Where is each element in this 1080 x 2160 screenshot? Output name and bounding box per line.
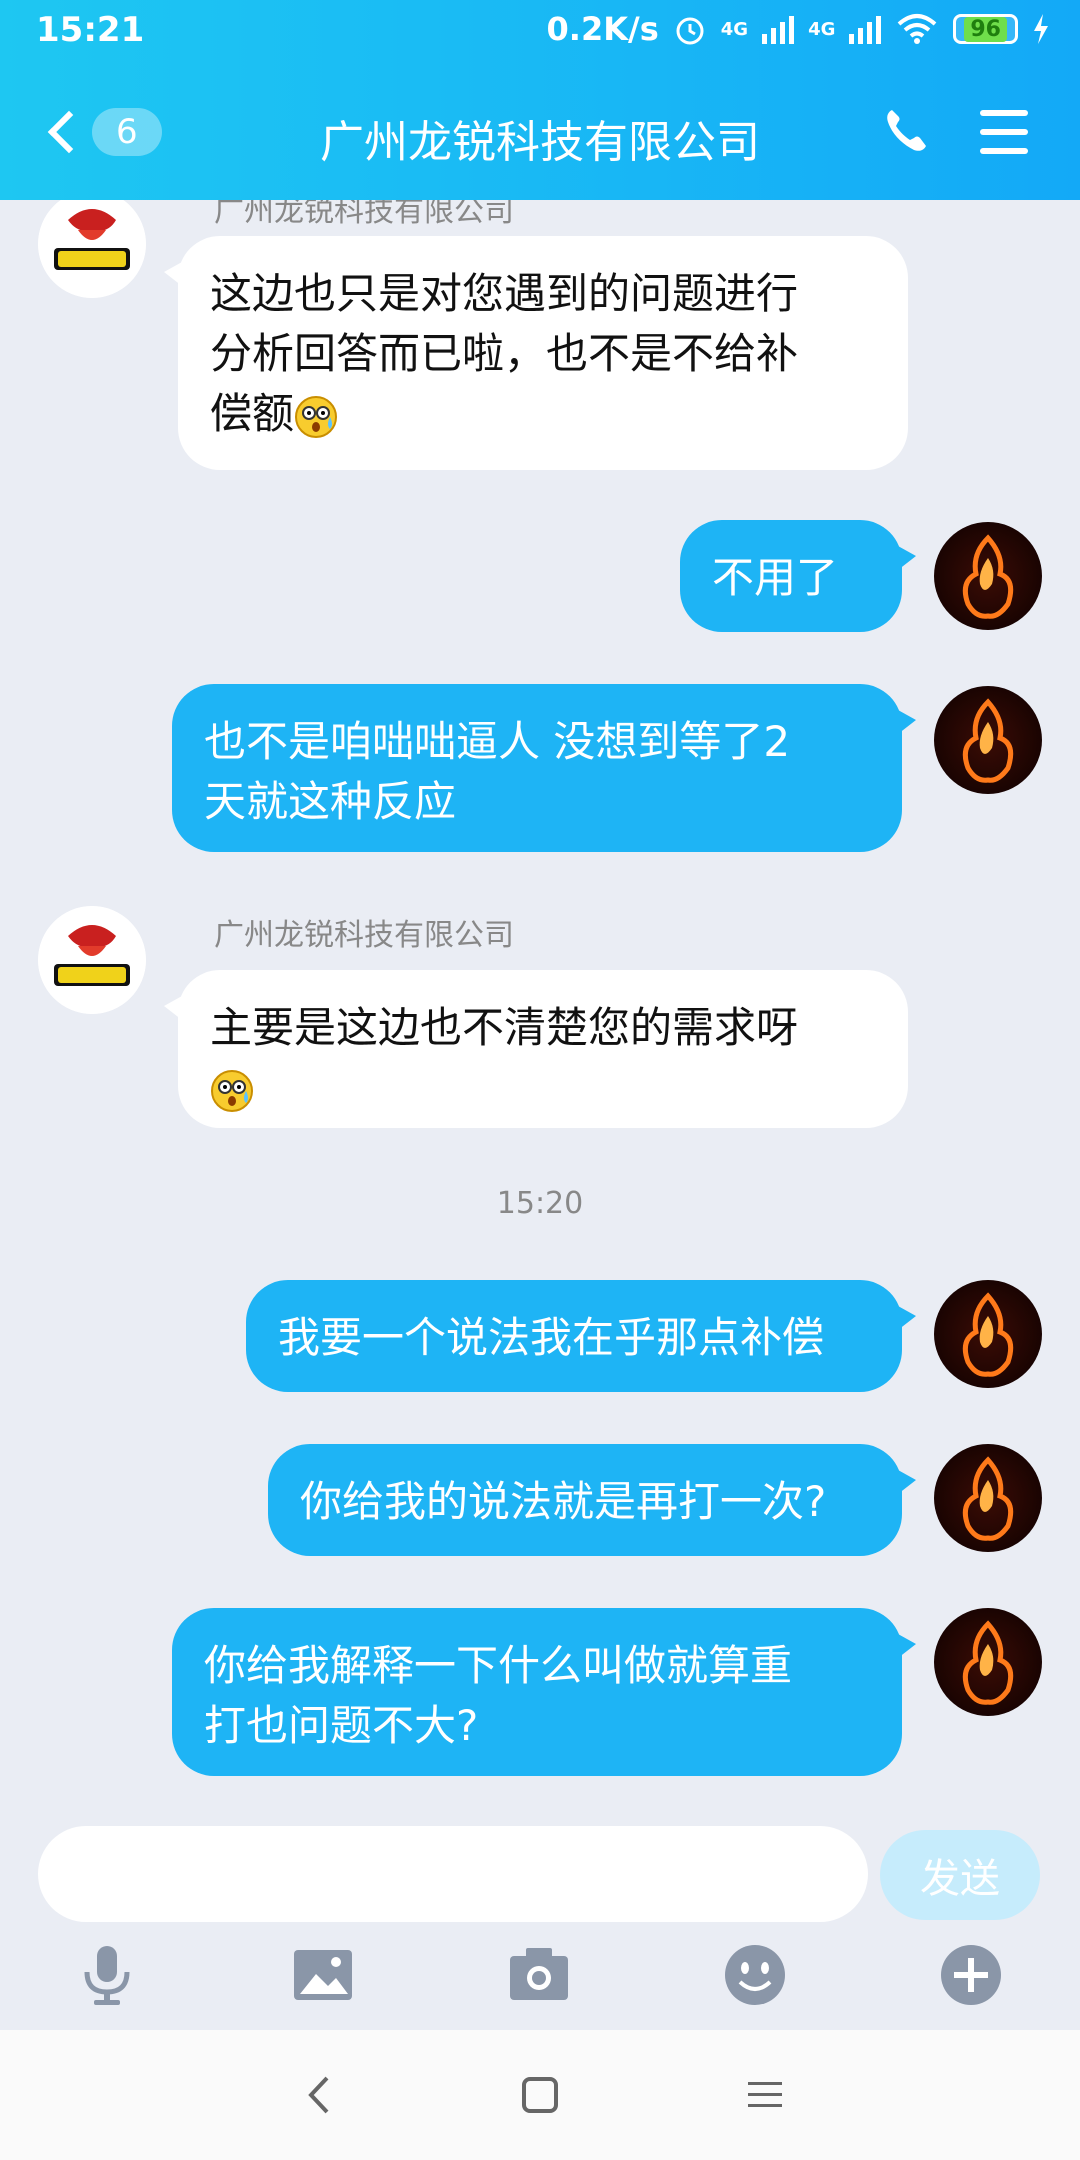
system-nav-bar: [0, 2030, 1080, 2160]
message-text: 也不是咱咄咄逼人 没想到等了2: [204, 717, 791, 766]
wifi-icon: [898, 14, 937, 44]
net-type-1: 4G: [720, 18, 749, 40]
battery-level: 96: [964, 16, 1007, 42]
flame-avatar-icon: [962, 1292, 1014, 1377]
emoji-icon[interactable]: [720, 1940, 790, 2010]
chat-area[interactable]: 广州龙锐科技有限公司 这边也只是对您遇到的问题进行 分析回答而已啦，也不是不给补…: [0, 200, 1080, 1820]
flame-avatar-icon: [962, 698, 1014, 783]
outgoing-bubble[interactable]: 你给我解释一下什么叫做就算重 打也问题不大?: [172, 1608, 916, 1776]
recents-icon[interactable]: [740, 2070, 790, 2120]
message-text: 不用了: [712, 553, 839, 602]
message-text: 你给我解释一下什么叫做就算重: [204, 1641, 793, 1690]
message-text: 主要是这边也不清楚您的需求呀: [210, 1003, 799, 1052]
message-text: 你给我的说法就是再打一次?: [300, 1477, 827, 1526]
message-text: 天就这种反应: [204, 777, 457, 826]
outgoing-bubble[interactable]: 也不是咱咄咄逼人 没想到等了2 天就这种反应: [172, 684, 916, 852]
status-indicators: 0.2K/s 4G 4G 96: [547, 10, 1050, 48]
plus-icon[interactable]: [936, 1940, 1006, 2010]
microphone-icon[interactable]: [72, 1940, 142, 2010]
my-avatar[interactable]: [934, 686, 1042, 794]
header: 15:21 0.2K/s 4G 4G 96 6 广州龙锐科技有限公司: [0, 0, 1080, 200]
message-text: 这边也只是对您遇到的问题进行: [210, 269, 799, 318]
message-text-with-emoji: 偿额: [210, 384, 876, 444]
my-avatar[interactable]: [934, 522, 1042, 630]
shocked-emoji-icon: [211, 1069, 253, 1112]
my-avatar[interactable]: [934, 1444, 1042, 1552]
message-text: 我要一个说法我在乎那点补偿: [278, 1313, 825, 1362]
shocked-emoji-icon: [295, 395, 338, 438]
image-icon[interactable]: [288, 1940, 358, 2010]
sender-name: 广州龙锐科技有限公司: [214, 918, 514, 953]
message-text: 分析回答而已啦，也不是不给补: [210, 329, 799, 378]
flame-avatar-icon: [962, 534, 1014, 619]
status-time: 15:21: [36, 10, 145, 50]
composer-toolbar: [0, 1940, 1080, 2040]
send-button[interactable]: 发送: [880, 1830, 1040, 1920]
flame-avatar-icon: [962, 1620, 1014, 1705]
dragon-logo-icon: [38, 906, 146, 1014]
incoming-bubble[interactable]: 这边也只是对您遇到的问题进行 分析回答而已啦，也不是不给补 偿额: [164, 236, 908, 470]
charging-icon: [1034, 14, 1048, 44]
alarm-icon: [676, 17, 704, 45]
outgoing-bubble[interactable]: 你给我的说法就是再打一次?: [268, 1444, 916, 1556]
outgoing-bubble[interactable]: 不用了: [680, 520, 916, 632]
outgoing-bubble[interactable]: 我要一个说法我在乎那点补偿: [246, 1280, 916, 1392]
nav-bar: 6 广州龙锐科技有限公司: [0, 90, 1080, 180]
composer: 发送: [0, 1820, 1080, 1922]
net-type-2: 4G: [808, 18, 836, 40]
my-avatar[interactable]: [934, 1608, 1042, 1716]
signal-icon-2: [849, 14, 882, 44]
phone-icon[interactable]: [880, 106, 932, 158]
my-avatar[interactable]: [934, 1280, 1042, 1388]
home-icon[interactable]: [515, 2070, 565, 2120]
status-bar: 15:21 0.2K/s 4G 4G 96: [0, 0, 1080, 66]
message-text: 偿额: [210, 389, 295, 438]
company-avatar[interactable]: [38, 906, 146, 1014]
camera-icon[interactable]: [504, 1940, 574, 2010]
dragon-logo-icon: [38, 200, 146, 298]
message-emoji-line: [210, 1058, 876, 1118]
company-avatar[interactable]: [38, 200, 146, 298]
message-input[interactable]: [38, 1826, 868, 1922]
message-text: 打也问题不大?: [204, 1701, 479, 1750]
signal-icon-1: [762, 14, 795, 44]
timestamp: 15:20: [496, 1186, 584, 1221]
back-icon[interactable]: [295, 2070, 345, 2120]
net-speed: 0.2K/s: [546, 10, 659, 48]
battery-indicator: 96: [953, 14, 1018, 44]
flame-avatar-icon: [962, 1456, 1014, 1541]
incoming-bubble[interactable]: 主要是这边也不清楚您的需求呀: [164, 970, 908, 1128]
menu-icon[interactable]: [980, 110, 1028, 154]
sender-name: 广州龙锐科技有限公司: [214, 200, 514, 229]
